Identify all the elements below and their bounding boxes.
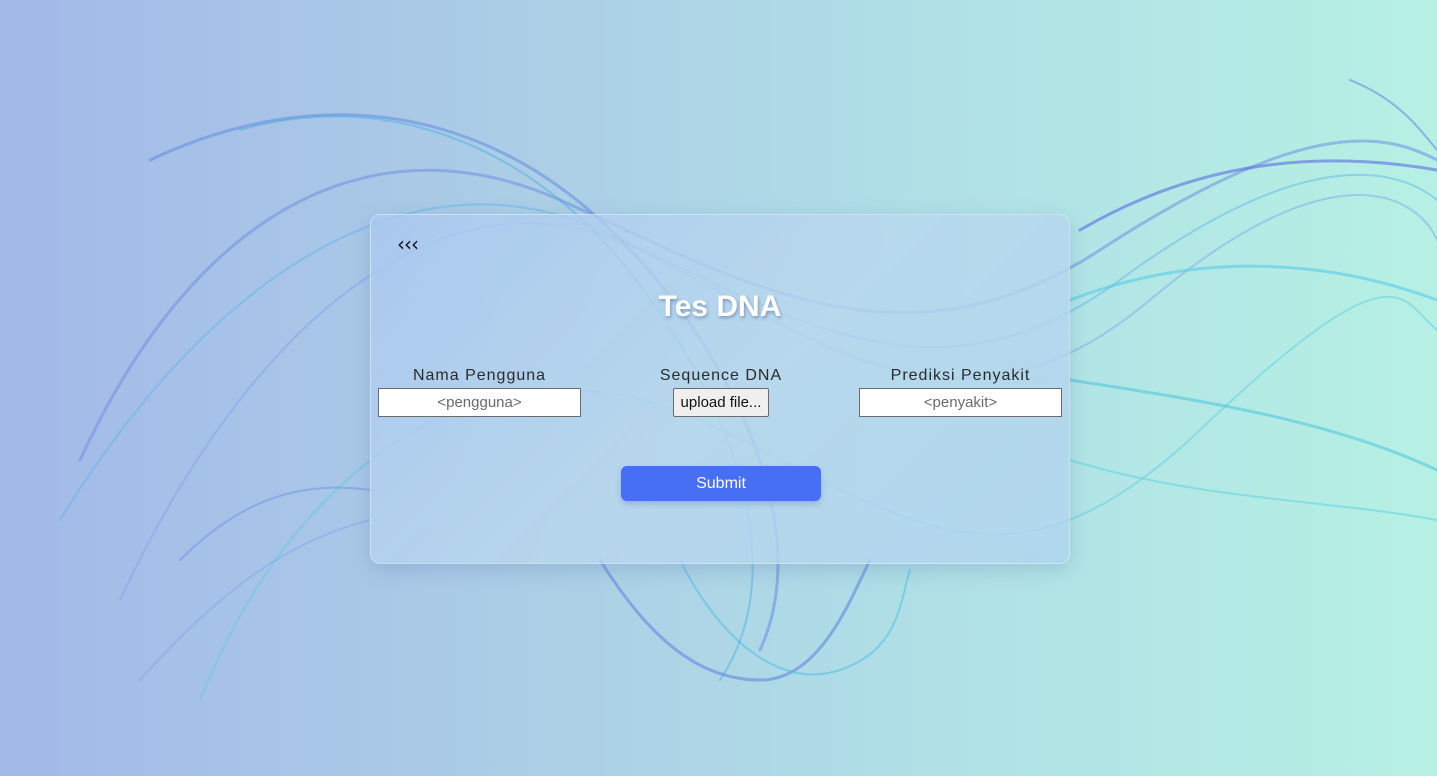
back-button[interactable]: ‹‹‹ — [397, 233, 419, 255]
sequence-field: Sequence DNA upload file... — [651, 367, 791, 417]
sequence-label: Sequence DNA — [659, 367, 783, 384]
submit-button[interactable]: Submit — [621, 466, 821, 501]
prediction-label: Prediksi Penyakit — [890, 367, 1031, 384]
dna-test-card: ‹‹‹ Tes DNA Nama Pengguna Sequence DNA u… — [370, 214, 1070, 564]
username-input[interactable] — [378, 388, 581, 417]
username-label: Nama Pengguna — [412, 367, 547, 384]
prediction-field: Prediksi Penyakit — [859, 367, 1062, 417]
page-title: Tes DNA — [658, 290, 782, 323]
upload-file-button[interactable]: upload file... — [672, 388, 770, 417]
username-field: Nama Pengguna — [378, 367, 581, 417]
prediction-input[interactable] — [859, 388, 1062, 417]
